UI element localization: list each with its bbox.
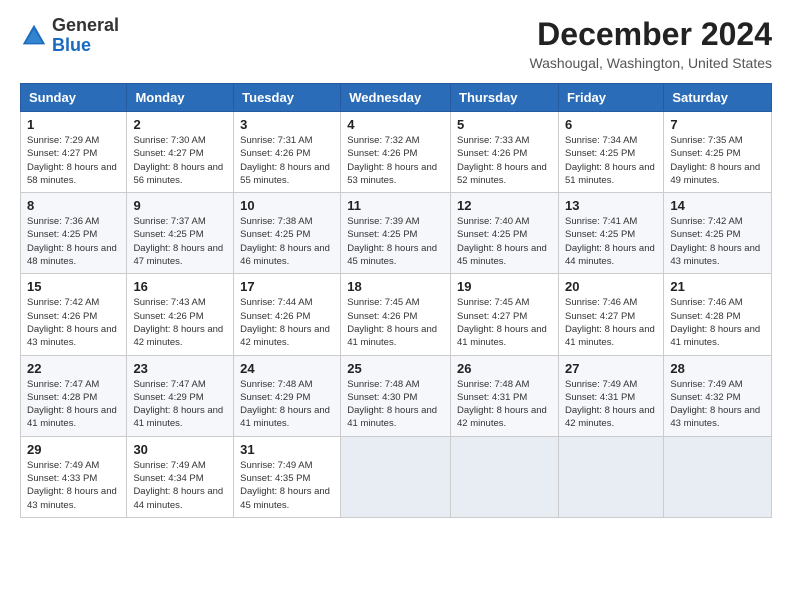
day-28: 28Sunrise: 7:49 AMSunset: 4:32 PMDayligh… [664,355,772,436]
day-11: 11Sunrise: 7:39 AMSunset: 4:25 PMDayligh… [341,193,451,274]
col-monday: Monday [127,84,234,112]
day-16: 16Sunrise: 7:43 AMSunset: 4:26 PMDayligh… [127,274,234,355]
day-12: 12Sunrise: 7:40 AMSunset: 4:25 PMDayligh… [451,193,559,274]
day-18: 18Sunrise: 7:45 AMSunset: 4:26 PMDayligh… [341,274,451,355]
day-19: 19Sunrise: 7:45 AMSunset: 4:27 PMDayligh… [451,274,559,355]
calendar: Sunday Monday Tuesday Wednesday Thursday… [20,83,772,518]
col-sunday: Sunday [21,84,127,112]
calendar-week-1: 1Sunrise: 7:29 AMSunset: 4:27 PMDaylight… [21,112,772,193]
col-thursday: Thursday [451,84,559,112]
day-15: 15Sunrise: 7:42 AMSunset: 4:26 PMDayligh… [21,274,127,355]
day-22: 22Sunrise: 7:47 AMSunset: 4:28 PMDayligh… [21,355,127,436]
empty-cell [341,436,451,517]
col-friday: Friday [558,84,663,112]
day-3: 3Sunrise: 7:31 AMSunset: 4:26 PMDaylight… [234,112,341,193]
calendar-week-5: 29Sunrise: 7:49 AMSunset: 4:33 PMDayligh… [21,436,772,517]
calendar-week-2: 8Sunrise: 7:36 AMSunset: 4:25 PMDaylight… [21,193,772,274]
empty-cell [664,436,772,517]
day-4: 4Sunrise: 7:32 AMSunset: 4:26 PMDaylight… [341,112,451,193]
day-25: 25Sunrise: 7:48 AMSunset: 4:30 PMDayligh… [341,355,451,436]
calendar-week-4: 22Sunrise: 7:47 AMSunset: 4:28 PMDayligh… [21,355,772,436]
day-23: 23Sunrise: 7:47 AMSunset: 4:29 PMDayligh… [127,355,234,436]
col-tuesday: Tuesday [234,84,341,112]
calendar-header-row: Sunday Monday Tuesday Wednesday Thursday… [21,84,772,112]
header: General Blue December 2024 Washougal, Wa… [20,16,772,71]
day-1: 1Sunrise: 7:29 AMSunset: 4:27 PMDaylight… [21,112,127,193]
day-8: 8Sunrise: 7:36 AMSunset: 4:25 PMDaylight… [21,193,127,274]
day-9: 9Sunrise: 7:37 AMSunset: 4:25 PMDaylight… [127,193,234,274]
month-title: December 2024 [529,16,772,53]
day-31: 31Sunrise: 7:49 AMSunset: 4:35 PMDayligh… [234,436,341,517]
title-block: December 2024 Washougal, Washington, Uni… [529,16,772,71]
day-10: 10Sunrise: 7:38 AMSunset: 4:25 PMDayligh… [234,193,341,274]
day-29: 29Sunrise: 7:49 AMSunset: 4:33 PMDayligh… [21,436,127,517]
logo-icon [20,22,48,50]
day-14: 14Sunrise: 7:42 AMSunset: 4:25 PMDayligh… [664,193,772,274]
day-7: 7Sunrise: 7:35 AMSunset: 4:25 PMDaylight… [664,112,772,193]
day-6: 6Sunrise: 7:34 AMSunset: 4:25 PMDaylight… [558,112,663,193]
empty-cell [558,436,663,517]
day-24: 24Sunrise: 7:48 AMSunset: 4:29 PMDayligh… [234,355,341,436]
logo-general: General [52,15,119,35]
day-13: 13Sunrise: 7:41 AMSunset: 4:25 PMDayligh… [558,193,663,274]
col-wednesday: Wednesday [341,84,451,112]
location: Washougal, Washington, United States [529,55,772,71]
col-saturday: Saturday [664,84,772,112]
day-5: 5Sunrise: 7:33 AMSunset: 4:26 PMDaylight… [451,112,559,193]
day-21: 21Sunrise: 7:46 AMSunset: 4:28 PMDayligh… [664,274,772,355]
day-27: 27Sunrise: 7:49 AMSunset: 4:31 PMDayligh… [558,355,663,436]
logo-blue: Blue [52,35,91,55]
day-17: 17Sunrise: 7:44 AMSunset: 4:26 PMDayligh… [234,274,341,355]
day-2: 2Sunrise: 7:30 AMSunset: 4:27 PMDaylight… [127,112,234,193]
page: General Blue December 2024 Washougal, Wa… [0,0,792,612]
day-26: 26Sunrise: 7:48 AMSunset: 4:31 PMDayligh… [451,355,559,436]
calendar-week-3: 15Sunrise: 7:42 AMSunset: 4:26 PMDayligh… [21,274,772,355]
empty-cell [451,436,559,517]
logo: General Blue [20,16,119,56]
day-30: 30Sunrise: 7:49 AMSunset: 4:34 PMDayligh… [127,436,234,517]
day-20: 20Sunrise: 7:46 AMSunset: 4:27 PMDayligh… [558,274,663,355]
